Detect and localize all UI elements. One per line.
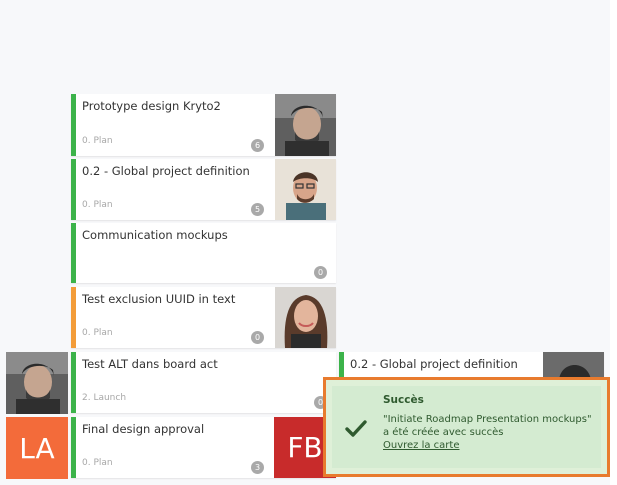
card-title: Final design approval [82,422,205,436]
card-global-project-definition-right[interactable]: 0.2 - Global project definition [339,352,604,380]
card-comment-count: 0 [314,266,327,279]
avatar-initials-la: LA [6,417,68,479]
success-toast: Succès "Initiate Roadmap Presentation mo… [323,377,610,477]
card-list-name: 2. Launch [82,393,127,403]
card-title: Test exclusion UUID in text [82,292,236,306]
avatar-photo [275,287,336,348]
card-comment-count: 5 [251,203,264,216]
card-list-name: 0. Plan [82,200,113,210]
avatar-photo [6,352,68,414]
card-comment-count: 0 [251,331,264,344]
card-color-strip [339,352,344,380]
card-color-strip [71,287,76,348]
card-title: Prototype design Kryto2 [82,99,221,113]
card-title: Test ALT dans board act [82,357,218,371]
card-list-name: 0. Plan [82,136,113,146]
card-title: 0.2 - Global project definition [350,357,518,371]
board-view: Prototype design Kryto2 0. Plan 6 0.2 - … [0,0,617,485]
checkmark-icon [345,420,367,437]
avatar-photo [275,159,336,220]
card-color-strip [71,159,76,220]
open-card-link[interactable]: Ouvrez la carte [383,440,460,451]
toast-title: Succès [383,394,424,406]
card-comment-count: 6 [251,139,264,152]
board-edge [610,0,617,485]
card-prototype-design[interactable]: Prototype design Kryto2 0. Plan 6 [71,94,336,156]
card-color-strip [71,352,76,413]
card-test-exclusion-uuid[interactable]: Test exclusion UUID in text 0. Plan 0 [71,287,336,348]
card-title: 0.2 - Global project definition [82,164,250,178]
avatar-photo [275,94,336,156]
card-list-name: 0. Plan [82,458,113,468]
card-title: Communication mockups [82,228,228,242]
card-color-strip [71,223,76,283]
card-list-name: 0. Plan [82,328,113,338]
toast-message: "Initiate Roadmap Presentation mockups" … [383,414,592,438]
card-communication-mockups[interactable]: Communication mockups 0 [71,223,336,283]
avatar-photo [543,352,604,380]
card-comment-count: 3 [251,461,264,474]
card-color-strip [71,94,76,156]
card-test-alt-board-act[interactable]: Test ALT dans board act 2. Launch 0 [71,352,336,413]
card-global-project-definition[interactable]: 0.2 - Global project definition 0. Plan … [71,159,336,220]
card-color-strip [71,417,76,478]
